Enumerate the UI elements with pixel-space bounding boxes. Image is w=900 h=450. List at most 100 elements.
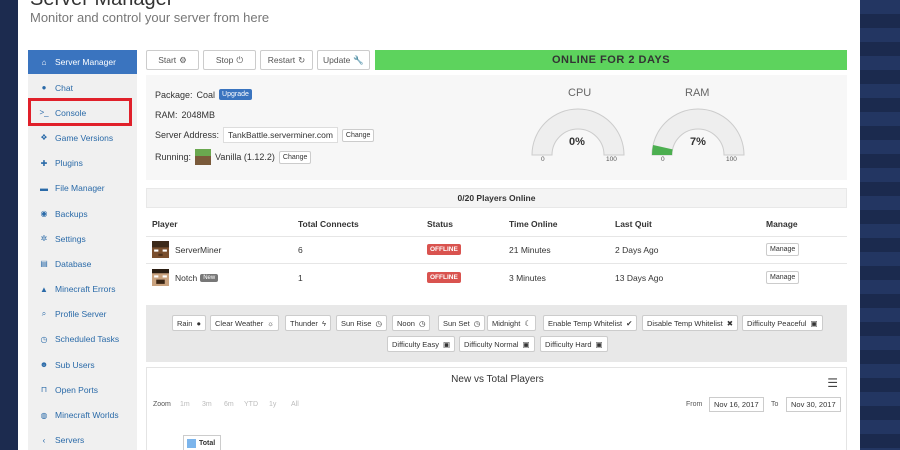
book-icon: ▣ bbox=[522, 339, 530, 349]
puzzle-icon: ✚ bbox=[40, 158, 48, 168]
home-icon: ⌂ bbox=[41, 57, 47, 67]
player-last-quit: 2 Days Ago bbox=[615, 245, 659, 255]
sun-icon: ☼ bbox=[267, 318, 275, 328]
player-connects: 6 bbox=[298, 245, 303, 255]
change-version-button[interactable]: Change bbox=[278, 150, 312, 164]
sidebar-item-minecraft-errors[interactable]: ▲ Minecraft Errors bbox=[28, 277, 137, 302]
page-subtitle: Monitor and control your server from her… bbox=[30, 10, 270, 25]
zoom-all[interactable]: All bbox=[291, 401, 299, 408]
refresh-icon: ↻ bbox=[298, 54, 306, 65]
sidebar-item-scheduled-tasks[interactable]: ◷ Scheduled Tasks bbox=[28, 327, 137, 352]
sidebar-item-plugins[interactable]: ✚ Plugins bbox=[28, 151, 137, 176]
sidebar-item-chat[interactable]: ● Chat bbox=[28, 75, 137, 100]
zoom-ytd[interactable]: YTD bbox=[244, 401, 258, 408]
clear-weather-label: Clear Weather bbox=[215, 318, 264, 328]
package-row: Package: Coal Upgrade bbox=[155, 89, 252, 100]
ram-gauge-min: 0 bbox=[661, 156, 665, 163]
sidebar-item-game-versions[interactable]: ❖ Game Versions bbox=[28, 125, 137, 150]
to-label: To bbox=[771, 401, 779, 408]
table-divider bbox=[146, 263, 847, 264]
legend-swatch bbox=[187, 438, 196, 448]
sun-set-button[interactable]: Sun Set ◷ bbox=[438, 315, 486, 331]
noon-button[interactable]: Noon ◷ bbox=[392, 315, 431, 331]
sidebar-item-database[interactable]: ▤ Database bbox=[28, 251, 137, 276]
update-label: Update bbox=[322, 55, 351, 65]
game-controls-panel: Rain ● Clear Weather ☼ Thunder ϟ Sun Rise ◷ … bbox=[146, 305, 847, 362]
stop-label: Stop bbox=[215, 55, 234, 65]
status-badge: OFFLINE bbox=[427, 272, 461, 283]
to-date-input[interactable]: Nov 30, 2017 bbox=[786, 397, 841, 412]
sidebar-item-file-manager[interactable]: ▬ File Manager bbox=[28, 176, 137, 201]
sidebar-item-backups[interactable]: ◉ Backups bbox=[28, 201, 137, 226]
noon-label: Noon bbox=[397, 318, 415, 328]
difficulty-normal-label: Difficulty Normal bbox=[464, 339, 519, 349]
manage-button[interactable]: Manage bbox=[766, 271, 800, 284]
midnight-button[interactable]: Midnight ☾ bbox=[487, 315, 537, 331]
sidebar-item-server-manager[interactable]: ⌂ Server Manager bbox=[28, 50, 137, 74]
difficulty-hard-button[interactable]: Difficulty Hard ▣ bbox=[540, 336, 608, 352]
ram-gauge-value: 7% bbox=[690, 136, 706, 148]
running-value: Vanilla (1.12.2) bbox=[215, 152, 275, 162]
manage-button[interactable]: Manage bbox=[766, 243, 800, 256]
players-online-heading: 0/20 Players Online bbox=[146, 188, 847, 208]
from-date-input[interactable]: Nov 16, 2017 bbox=[709, 397, 764, 412]
zoom-1m[interactable]: 1m bbox=[180, 401, 190, 408]
sidebar-item-sub-users[interactable]: ☻ Sub Users bbox=[28, 352, 137, 377]
sidebar-item-profile-server[interactable]: ⌕ Profile Server bbox=[28, 302, 137, 327]
book-icon: ▣ bbox=[595, 339, 603, 349]
sidebar-item-minecraft-worlds[interactable]: ◍ Minecraft Worlds bbox=[28, 402, 137, 427]
zoom-1y[interactable]: 1y bbox=[269, 401, 276, 408]
backup-icon: ◉ bbox=[40, 209, 48, 219]
clear-weather-button[interactable]: Clear Weather ☼ bbox=[210, 315, 280, 331]
search-icon: ⌕ bbox=[41, 309, 47, 319]
difficulty-easy-button[interactable]: Difficulty Easy ▣ bbox=[387, 336, 456, 352]
difficulty-normal-button[interactable]: Difficulty Normal ▣ bbox=[459, 336, 535, 352]
zoom-3m[interactable]: 3m bbox=[202, 401, 212, 408]
sidebar-item-label: Servers bbox=[55, 435, 85, 446]
sidebar-item-label: Minecraft Errors bbox=[55, 284, 116, 295]
enable-temp-whitelist-button[interactable]: Enable Temp Whitelist ✔ bbox=[543, 315, 638, 331]
disable-temp-whitelist-button[interactable]: Disable Temp Whitelist ✖ bbox=[642, 315, 739, 331]
restart-button[interactable]: Restart ↻ bbox=[260, 50, 313, 70]
start-button[interactable]: Start ⚙ bbox=[146, 50, 199, 70]
address-row: Server Address: TankBattle.serverminer.c… bbox=[155, 127, 375, 143]
change-address-button[interactable]: Change bbox=[341, 128, 375, 142]
sidebar-item-label: Sub Users bbox=[55, 359, 95, 370]
difficulty-peaceful-button[interactable]: Difficulty Peaceful ▣ bbox=[742, 315, 823, 331]
server-address-field[interactable]: TankBattle.serverminer.com bbox=[223, 127, 338, 143]
rain-button[interactable]: Rain ● bbox=[172, 315, 206, 331]
sidebar-item-settings[interactable]: ✲ Settings bbox=[28, 226, 137, 251]
background-left bbox=[0, 0, 18, 450]
col-status: Status bbox=[427, 219, 453, 229]
ram-gauge-max: 100 bbox=[726, 156, 737, 163]
wrench-icon: 🔧 bbox=[353, 54, 364, 65]
thunder-label: Thunder bbox=[290, 318, 318, 328]
database-icon: ▤ bbox=[40, 259, 48, 269]
book-icon: ▣ bbox=[810, 318, 818, 328]
thunder-button[interactable]: Thunder ϟ bbox=[285, 315, 331, 331]
chart-legend[interactable]: Total bbox=[183, 435, 221, 450]
address-label: Server Address: bbox=[155, 130, 220, 140]
sidebar-item-label: Minecraft Worlds bbox=[55, 410, 119, 421]
player-name: ServerMiner bbox=[175, 245, 222, 255]
sidebar-item-servers[interactable]: ‹ Servers bbox=[28, 428, 137, 450]
zoom-6m[interactable]: 6m bbox=[224, 401, 234, 408]
package-label: Package: bbox=[155, 89, 193, 100]
sidebar-item-label: Plugins bbox=[55, 158, 83, 169]
users-icon: ☻ bbox=[39, 360, 49, 370]
update-button[interactable]: Update 🔧 bbox=[317, 50, 370, 70]
stop-button[interactable]: Stop ⏻ bbox=[203, 50, 256, 70]
cpu-gauge-min: 0 bbox=[541, 156, 545, 163]
sun-rise-button[interactable]: Sun Rise ◷ bbox=[336, 315, 387, 331]
sidebar-item-open-ports[interactable]: ⊓ Open Ports bbox=[28, 377, 137, 402]
chart-title: New vs Total Players bbox=[451, 374, 544, 385]
difficulty-peaceful-label: Difficulty Peaceful bbox=[747, 318, 807, 328]
col-player: Player bbox=[152, 219, 178, 229]
chart-menu-icon[interactable]: ☰ bbox=[827, 376, 838, 390]
upgrade-button[interactable]: Upgrade bbox=[219, 89, 252, 100]
difficulty-easy-label: Difficulty Easy bbox=[392, 339, 439, 349]
cubes-icon: ❖ bbox=[40, 133, 48, 143]
table-divider bbox=[146, 236, 847, 237]
cpu-gauge-value: 0% bbox=[569, 136, 585, 148]
col-total-connects: Total Connects bbox=[298, 219, 359, 229]
